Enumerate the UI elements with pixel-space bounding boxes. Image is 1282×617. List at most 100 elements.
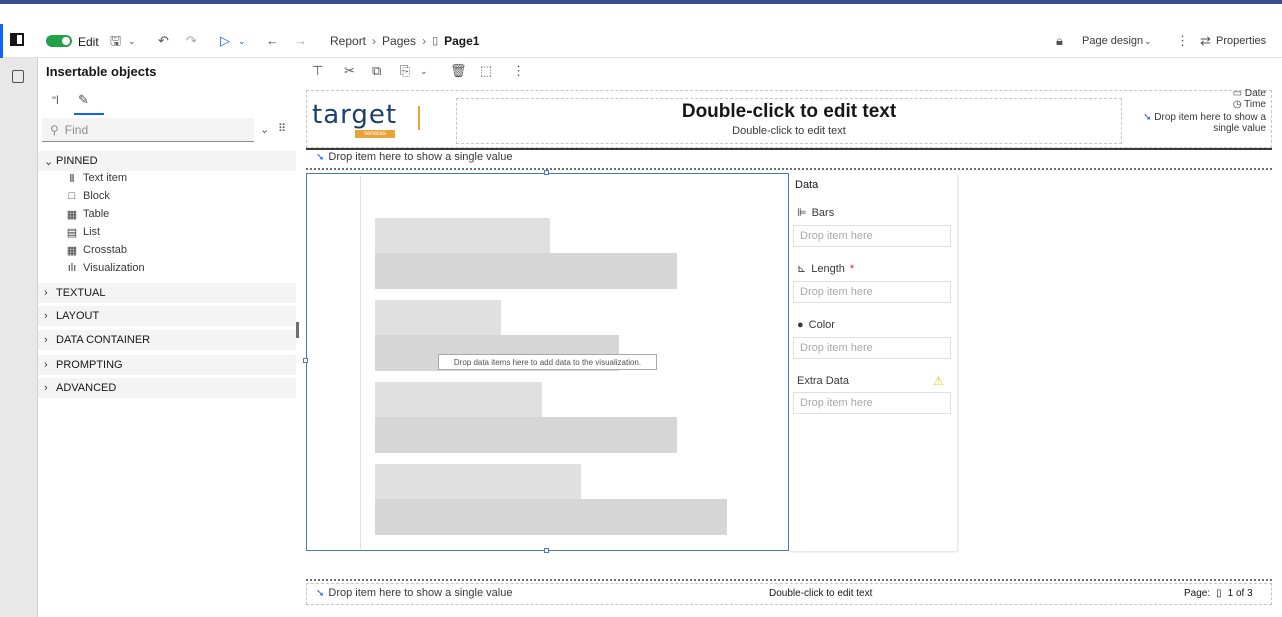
footer-separator xyxy=(306,579,1272,581)
footer-text[interactable]: Double-click to edit text xyxy=(769,588,872,599)
chevron-right-icon: › xyxy=(44,359,48,371)
drop-arrow-icon: ➘ xyxy=(316,587,325,599)
list-item-list[interactable]: ▤ List xyxy=(66,224,100,240)
list-item-crosstab[interactable]: ▦ Crosstab xyxy=(66,242,127,258)
header-rule xyxy=(306,148,1272,150)
paste-chevron-icon[interactable]: ⌄ xyxy=(420,64,428,78)
page-title-block[interactable]: Double-click to edit text Double-click t… xyxy=(456,98,1122,144)
drop-single-text: Drop item here to show a single value xyxy=(1154,112,1266,134)
panel-resize-handle[interactable] xyxy=(296,322,299,338)
section-label: PINNED xyxy=(56,155,98,167)
data-panel-title: Data xyxy=(795,179,819,191)
drop-single-value-footer[interactable]: ➘ Drop item here to show a single value xyxy=(316,587,512,599)
source-tab-icon[interactable]: "ⅼ xyxy=(52,94,59,107)
back-icon[interactable]: ← xyxy=(266,34,279,48)
lock-icon[interactable]: 🔒︎ xyxy=(1056,34,1063,48)
data-slots-panel: Data ⊫ Bars Drop item here ⊾ Length * Dr… xyxy=(789,173,957,551)
page-design-chevron-icon[interactable]: ⌄ xyxy=(1144,34,1152,48)
breadcrumb-report[interactable]: Report xyxy=(330,34,366,48)
palette-icon: ● xyxy=(797,319,804,331)
page-title[interactable]: Double-click to edit text xyxy=(457,101,1121,123)
format-painter-icon[interactable]: ⊤ xyxy=(312,64,323,78)
forward-icon[interactable]: → xyxy=(294,34,307,48)
resize-handle-top[interactable] xyxy=(544,170,549,175)
clipboard-icon[interactable] xyxy=(12,70,24,83)
run-icon[interactable]: ▷ xyxy=(220,34,230,48)
page-icon: ▯ xyxy=(432,35,439,47)
length-drop-zone[interactable]: Drop item here xyxy=(793,281,951,303)
active-tab-indicator xyxy=(74,113,104,115)
panel-title: Insertable objects xyxy=(46,64,157,79)
date-row: ▭ Date xyxy=(1130,88,1266,99)
section-data-container[interactable]: › DATA CONTAINER xyxy=(38,330,296,350)
panel-toggle-icon[interactable] xyxy=(10,33,24,46)
undo-icon[interactable]: ↶ xyxy=(158,34,169,48)
placeholder-bar xyxy=(375,253,677,289)
length-slot-label: ⊾ Length * xyxy=(797,262,854,276)
length-icon: ⊾ xyxy=(797,263,807,275)
visualization-hint: Drop data items here to add data to the … xyxy=(438,354,657,370)
search-icon: ⚲ xyxy=(50,122,59,137)
date-time-block[interactable]: ▭ Date ◷ Time ➘ Drop item here to show a… xyxy=(1130,88,1270,146)
drop-single-value-header[interactable]: ➘ Drop item here to show a single value xyxy=(316,151,512,163)
page-number: 1 of 3 xyxy=(1227,588,1253,599)
logo-divider xyxy=(418,106,420,130)
breadcrumb-pages[interactable]: Pages xyxy=(382,34,416,48)
list-item-block[interactable]: □ Block xyxy=(66,188,110,204)
section-label: PROMPTING xyxy=(56,359,123,371)
section-textual[interactable]: › TEXTUAL xyxy=(38,283,296,303)
select-ancestor-icon[interactable]: ⬚ xyxy=(480,64,492,78)
delete-icon[interactable]: 🗑︎ xyxy=(450,64,467,78)
page-number-block[interactable]: Page: ▯ 1 of 3 xyxy=(1184,588,1253,599)
chevron-right-icon: › xyxy=(44,310,48,322)
left-rail xyxy=(0,58,38,617)
list-item-table[interactable]: ▦ Table xyxy=(66,206,110,222)
canvas-overflow-icon[interactable]: ⋮ xyxy=(512,64,525,78)
text-item-icon: Ⅱ xyxy=(69,172,75,185)
run-menu-chevron-icon[interactable]: ⌄ xyxy=(238,34,246,48)
section-prompting[interactable]: › PROMPTING xyxy=(38,355,296,375)
color-drop-zone[interactable]: Drop item here xyxy=(793,337,951,359)
toolbox-tab-icon[interactable]: ✎ xyxy=(78,92,89,108)
properties-icon[interactable]: ⇄ xyxy=(1200,34,1211,48)
section-pinned[interactable]: ⌄ PINNED xyxy=(38,151,296,171)
list-item-visualization[interactable]: ılı Visualization xyxy=(66,260,145,276)
edit-toggle[interactable] xyxy=(46,35,72,47)
cut-icon[interactable]: ✂ xyxy=(344,64,355,78)
warning-icon[interactable]: ⚠ xyxy=(933,374,944,388)
drop-single-value-right[interactable]: ➘ Drop item here to show a single value xyxy=(1130,112,1266,134)
resize-handle-left[interactable] xyxy=(303,358,308,363)
section-advanced[interactable]: › ADVANCED xyxy=(38,378,296,398)
placeholder-bar xyxy=(375,300,501,336)
breadcrumb-page1: Page1 xyxy=(444,34,480,48)
table-icon: ▦ xyxy=(66,208,78,221)
breadcrumb-separator-icon: › xyxy=(422,34,427,48)
properties-button[interactable]: Properties xyxy=(1216,35,1266,47)
logo: target xyxy=(312,100,398,130)
resize-handle-bottom[interactable] xyxy=(544,548,549,553)
find-input[interactable]: ⚲ Find xyxy=(42,118,254,142)
extra-data-drop-zone[interactable]: Drop item here xyxy=(793,392,951,414)
save-icon[interactable]: 🖫 xyxy=(110,34,121,48)
section-layout[interactable]: › LAYOUT xyxy=(38,306,296,326)
list-item-text-item[interactable]: Ⅱ Text item xyxy=(66,170,127,186)
save-menu-chevron-icon[interactable]: ⌄ xyxy=(128,34,136,48)
grid-view-icon[interactable]: ⠿ xyxy=(278,122,286,135)
drop-arrow-icon: ➘ xyxy=(1143,112,1155,123)
bars-drop-zone[interactable]: Drop item here xyxy=(793,225,951,247)
paste-icon[interactable]: ⎘ xyxy=(400,64,410,78)
length-label-text: Length xyxy=(811,262,845,275)
bars-slot-label: ⊫ Bars xyxy=(797,206,834,220)
find-dropdown-chevron-icon[interactable]: ⌄ xyxy=(260,123,269,136)
breadcrumb-separator-icon: › xyxy=(372,34,377,48)
logo-subtext: services xyxy=(355,130,395,138)
redo-icon[interactable]: ↷ xyxy=(186,34,197,48)
page-design-dropdown[interactable]: Page design xyxy=(1082,35,1143,47)
clock-icon: ◷ xyxy=(1232,99,1245,110)
placeholder-bar xyxy=(375,464,581,500)
page-subtitle[interactable]: Double-click to edit text xyxy=(457,125,1121,137)
overflow-menu-icon[interactable]: ⋮ xyxy=(1176,34,1189,48)
copy-icon[interactable]: ⧉ xyxy=(372,64,381,78)
color-slot-label: ● Color xyxy=(797,319,835,331)
time-label: Time xyxy=(1244,99,1266,110)
